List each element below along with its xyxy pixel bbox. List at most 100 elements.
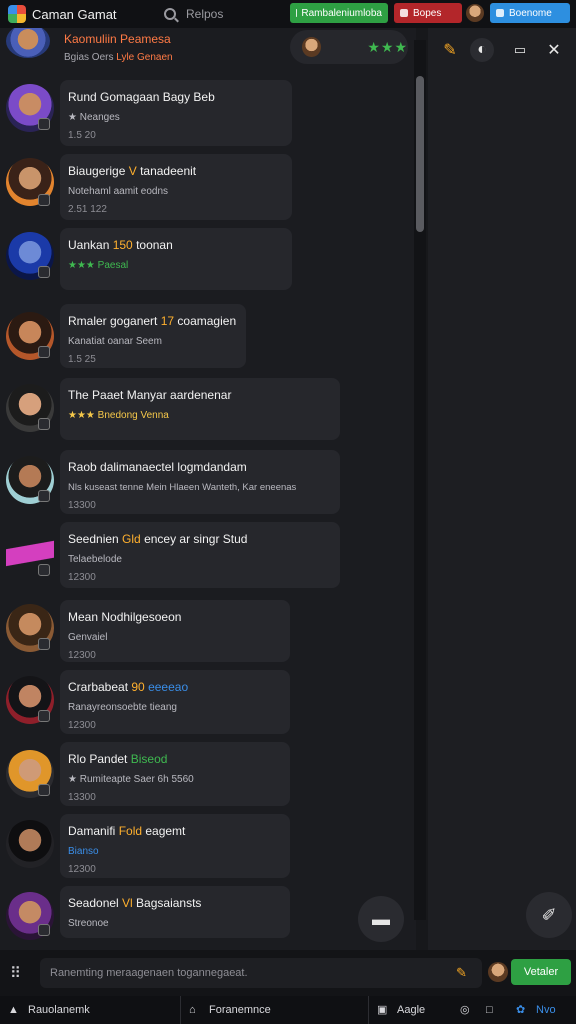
message-meta: 12300 xyxy=(68,720,96,731)
message-meta: 12300 xyxy=(68,572,96,583)
message-title: Seadonel Vl Bagsaiansts xyxy=(68,896,202,910)
message-title: Rmaler goganert 17 coamagien xyxy=(68,314,237,328)
search-box[interactable]: Relpos xyxy=(164,3,284,25)
message-title: Uankan 150 toonan xyxy=(68,238,173,252)
message-text: ★★★ Paesal xyxy=(68,260,129,271)
message-meta: 12300 xyxy=(68,864,96,875)
message-title: Rund Gomagaan Bagy Beb xyxy=(68,90,215,104)
message-bubble: Mean Nodhilgesoeon Genvaiel 12300 xyxy=(60,600,290,662)
channel-avatar[interactable] xyxy=(6,28,50,58)
status-badge xyxy=(38,784,50,796)
shield-icon xyxy=(400,9,408,17)
status-badge xyxy=(38,194,50,206)
message-bubble: Rlo Pandet Biseod ★ Rumiteapte Saer 6h 5… xyxy=(60,742,290,806)
message-text: Kanatiat oanar Seem xyxy=(68,336,162,347)
status-badge xyxy=(38,418,50,430)
status-badge xyxy=(38,924,50,936)
message-meta: 13300 xyxy=(68,792,96,803)
task-item-3[interactable]: ▣ Aagle xyxy=(368,996,448,1024)
scrollbar-thumb[interactable] xyxy=(416,76,424,232)
message-text: Streonoe xyxy=(68,918,109,929)
message-meta: 1.5 20 xyxy=(68,130,96,141)
bottom-taskbar: ▲ Rauolanemk ⌂ Foranemnce ▣ Aagle ◎ □ ✿ … xyxy=(0,996,576,1024)
app-title: Caman Gamat xyxy=(32,6,117,22)
pin-icon[interactable]: ✎ xyxy=(438,38,462,62)
instagram-icon[interactable]: ◎ xyxy=(452,996,472,1024)
close-icon[interactable]: ✕ xyxy=(542,38,566,62)
compose-icon[interactable]: ✐ xyxy=(526,892,572,938)
composer-avatar[interactable] xyxy=(488,962,508,982)
green-action-button[interactable]: Rambaleniumloba xyxy=(290,3,388,23)
search-placeholder: Relpos xyxy=(186,7,224,21)
status-badge xyxy=(38,490,50,502)
message-bubble: Damanifi Fold eagemt Bianso 12300 xyxy=(60,814,290,878)
message-title: The Paaet Manyar aardenenar xyxy=(68,388,232,402)
home-icon: ⌂ xyxy=(189,1004,196,1016)
message-title: Seednien Gld encey ar singr Stud xyxy=(68,532,248,546)
cloud-icon xyxy=(496,9,504,17)
avatar[interactable] xyxy=(6,820,54,868)
message-bubble: Raob dalimanaectel logmdandam Nls kuseas… xyxy=(60,450,340,514)
message-title: Rlo Pandet Biseod xyxy=(68,752,168,766)
red-action-button[interactable]: Bopes xyxy=(394,3,462,23)
task-item-1[interactable]: ▲ Rauolanemk xyxy=(0,996,176,1024)
pill-avatar xyxy=(302,37,322,57)
message-title: Damanifi Fold eagemt xyxy=(68,824,186,838)
message-text: Bianso xyxy=(68,846,99,857)
alert-icon: ▲ xyxy=(8,1004,19,1016)
status-badge xyxy=(38,564,50,576)
chat-header: Kaomuliin Peamesa Bgias Oers Lyle Genaen… xyxy=(0,28,416,72)
message-text: Notehaml aamit eodns xyxy=(68,186,169,197)
message-bubble: Seednien Gld encey ar singr Stud Telaebe… xyxy=(60,522,340,588)
people-icon[interactable]: ▬ xyxy=(358,896,404,942)
side-panel: ✎ ◐ ▭ ✕ xyxy=(428,28,576,950)
title-bar: Caman Gamat Relpos Rambaleniumloba Bopes… xyxy=(0,0,576,28)
message-text: Telaebelode xyxy=(68,554,122,565)
message-bubble: Uankan 150 toonan ★★★ Paesal xyxy=(60,228,292,290)
theme-toggle-icon[interactable]: ◐ xyxy=(470,38,494,62)
message-text: Ranayreonsoebte tieang xyxy=(68,702,177,713)
message-title: Mean Nodhilgesoeon xyxy=(68,610,182,624)
message-bubble: Biaugerige V tanadeenit Notehaml aamit e… xyxy=(60,154,292,220)
blue-action-button[interactable]: Boenome xyxy=(490,3,570,23)
search-icon xyxy=(164,8,176,20)
message-meta: 2.51 122 xyxy=(68,204,107,215)
status-badge xyxy=(38,118,50,130)
chat-icon: ▣ xyxy=(377,1004,388,1016)
message-text: Genvaiel xyxy=(68,632,108,643)
message-bubble: Rund Gomagaan Bagy Beb ★ Neanges 1.5 20 xyxy=(60,80,292,146)
status-badge xyxy=(38,346,50,358)
channel-status-pill[interactable]: ★★★ xyxy=(290,30,408,64)
status-badge xyxy=(38,638,50,650)
status-badge xyxy=(38,266,50,278)
window-icon[interactable]: □ xyxy=(478,996,498,1024)
attach-icon[interactable]: ✎ xyxy=(456,965,472,981)
message-text: ★★★ Bnedong Venna xyxy=(68,410,169,421)
message-title: Crarbabeat 90 eeeeao xyxy=(68,680,189,694)
task-item-4[interactable]: ✿ Nvo xyxy=(508,996,574,1024)
message-bubble: Crarbabeat 90 eeeeao Ranayreonsoebte tie… xyxy=(60,670,290,734)
message-meta: 12300 xyxy=(68,650,96,661)
message-bubble: Seadonel Vl Bagsaiansts Streonoe xyxy=(60,886,290,938)
message-meta: 1.5 25 xyxy=(68,354,96,365)
user-avatar[interactable] xyxy=(466,4,484,22)
rating-stars: ★★★ xyxy=(367,38,408,55)
message-composer: ⠿ Ranemting meraagenaen togannegaeat. ✎ … xyxy=(0,950,576,996)
message-text: Nls kuseast tenne Mein Hlaeen Wanteth, K… xyxy=(68,482,297,493)
message-title: Raob dalimanaectel logmdandam xyxy=(68,460,247,474)
message-bubble: The Paaet Manyar aardenenar ★★★ Bnedong … xyxy=(60,378,340,440)
status-badge xyxy=(38,710,50,722)
message-bubble: Rmaler goganert 17 coamagien Kanatiat oa… xyxy=(60,304,246,368)
message-text: ★ Rumiteapte Saer 6h 5560 xyxy=(68,774,194,785)
message-title: Biaugerige V tanadeenit xyxy=(68,164,197,178)
apps-grid-icon[interactable]: ⠿ xyxy=(10,964,28,982)
message-text: ★ Neanges xyxy=(68,112,120,123)
task-item-2[interactable]: ⌂ Foranemnce xyxy=(180,996,364,1024)
channel-subtitle: Bgias Oers Lyle Genaen xyxy=(64,52,173,63)
message-input[interactable]: Ranemting meraagenaen togannegaeat. xyxy=(40,958,482,988)
layout-icon[interactable]: ▭ xyxy=(508,38,532,62)
app-icon: ✿ xyxy=(516,1004,526,1016)
send-button[interactable]: Vetaler xyxy=(511,959,571,985)
app-logo-icon xyxy=(8,5,26,23)
channel-name: Kaomuliin Peamesa xyxy=(64,32,171,46)
